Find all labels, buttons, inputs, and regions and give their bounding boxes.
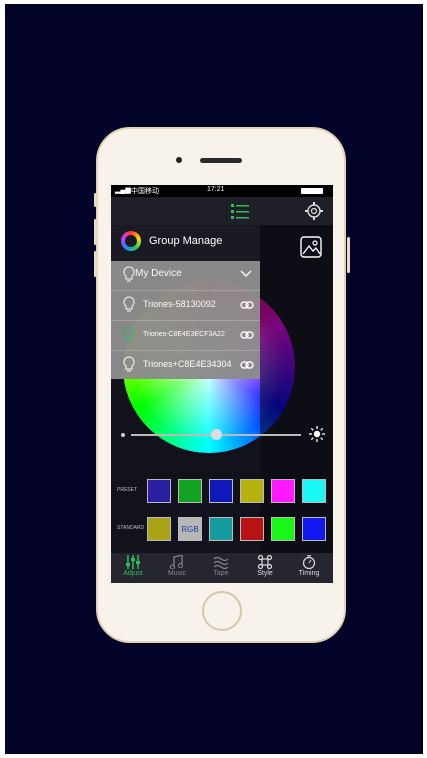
- device-list-icon[interactable]: [231, 203, 249, 219]
- tab-label: Timing: [298, 570, 320, 577]
- color-swatch[interactable]: [147, 517, 171, 541]
- color-swatch[interactable]: [240, 479, 264, 503]
- music-note-icon: [170, 555, 183, 569]
- device-name: Triones-58130092: [143, 299, 216, 309]
- slider-knob[interactable]: [211, 429, 222, 440]
- rgb-label: RGB: [181, 525, 199, 534]
- my-device-label: My Device: [135, 268, 182, 279]
- group-manage-label: Group Manage: [149, 235, 223, 247]
- color-swatch[interactable]: [178, 479, 202, 503]
- my-device-row[interactable]: My Device: [111, 261, 260, 291]
- device-row[interactable]: Triones+C8E4E34304: [111, 351, 260, 380]
- phone-frame: ▂▄▆ 中国移动 17:21 Group Manage My Device Tr…: [94, 127, 350, 643]
- tab-label: Tape: [213, 570, 229, 577]
- clock: 17:21: [207, 186, 225, 193]
- standard-label: STANDARD: [117, 525, 145, 531]
- color-swatch[interactable]: [271, 517, 295, 541]
- device-row[interactable]: Triones-58130092: [111, 291, 260, 321]
- color-swatch[interactable]: [209, 479, 233, 503]
- tab-tape[interactable]: Tape: [199, 553, 243, 583]
- tab-bar: Adjust Music Tape Style Timing: [111, 553, 333, 583]
- preset-colors-row: PRESET: [111, 475, 333, 509]
- app-screen: ▂▄▆ 中国移动 17:21 Group Manage My Device Tr…: [111, 185, 333, 583]
- color-swatch[interactable]: [240, 517, 264, 541]
- brightness-high-icon: [309, 426, 325, 442]
- color-swatch[interactable]: [271, 479, 295, 503]
- battery-icon: [301, 188, 323, 194]
- tab-label: Style: [257, 570, 273, 577]
- gear-icon[interactable]: [305, 202, 323, 220]
- home-button[interactable]: [202, 591, 242, 631]
- bulb-icon: [123, 266, 135, 282]
- tab-adjust[interactable]: Adjust: [111, 553, 155, 583]
- power-button: [347, 237, 350, 273]
- color-swatch[interactable]: [209, 517, 233, 541]
- brightness-low-icon: [121, 433, 125, 437]
- carrier-label: 中国移动: [131, 188, 159, 195]
- tab-timing[interactable]: Timing: [287, 553, 331, 583]
- device-name: Triones-C8E4E3ECF3A22: [143, 331, 225, 338]
- bulb-icon: [123, 296, 135, 312]
- color-swatch[interactable]: [302, 517, 326, 541]
- mute-switch: [94, 193, 97, 207]
- wave-icon: [213, 556, 229, 569]
- link-icon[interactable]: [240, 331, 254, 339]
- color-swatch[interactable]: [147, 479, 171, 503]
- volume-down-button: [94, 251, 97, 277]
- command-icon: [257, 555, 273, 569]
- group-manage-header[interactable]: Group Manage: [111, 225, 260, 261]
- link-icon[interactable]: [240, 301, 254, 309]
- sliders-icon: [126, 555, 140, 569]
- stopwatch-icon: [302, 555, 316, 569]
- tab-label: Adjust: [123, 570, 143, 577]
- color-ring-icon: [121, 231, 141, 251]
- bulb-icon: [123, 356, 135, 372]
- tab-music[interactable]: Music: [155, 553, 199, 583]
- brightness-slider[interactable]: [119, 425, 325, 445]
- device-name: Triones+C8E4E34304: [143, 359, 232, 369]
- preset-label: PRESET: [117, 487, 138, 493]
- tab-label: Music: [167, 570, 187, 577]
- link-icon[interactable]: [240, 361, 254, 369]
- signal-icon: ▂▄▆: [115, 187, 131, 194]
- volume-up-button: [94, 219, 97, 245]
- image-icon[interactable]: [300, 236, 322, 258]
- device-row[interactable]: Triones-C8E4E3ECF3A22: [111, 321, 260, 351]
- nav-bar: [111, 197, 333, 225]
- status-bar: ▂▄▆ 中国移动 17:21: [111, 185, 333, 197]
- standard-colors-row: STANDARD RGB: [111, 513, 333, 547]
- color-swatch[interactable]: [302, 479, 326, 503]
- bulb-icon: [123, 326, 135, 342]
- chevron-down-icon[interactable]: [240, 270, 252, 278]
- tab-style[interactable]: Style: [243, 553, 287, 583]
- camera: [176, 157, 182, 163]
- rgb-swatch[interactable]: RGB: [178, 517, 202, 541]
- speaker: [200, 158, 242, 163]
- device-menu: My Device Triones-58130092 Triones-C8E4E…: [111, 261, 260, 379]
